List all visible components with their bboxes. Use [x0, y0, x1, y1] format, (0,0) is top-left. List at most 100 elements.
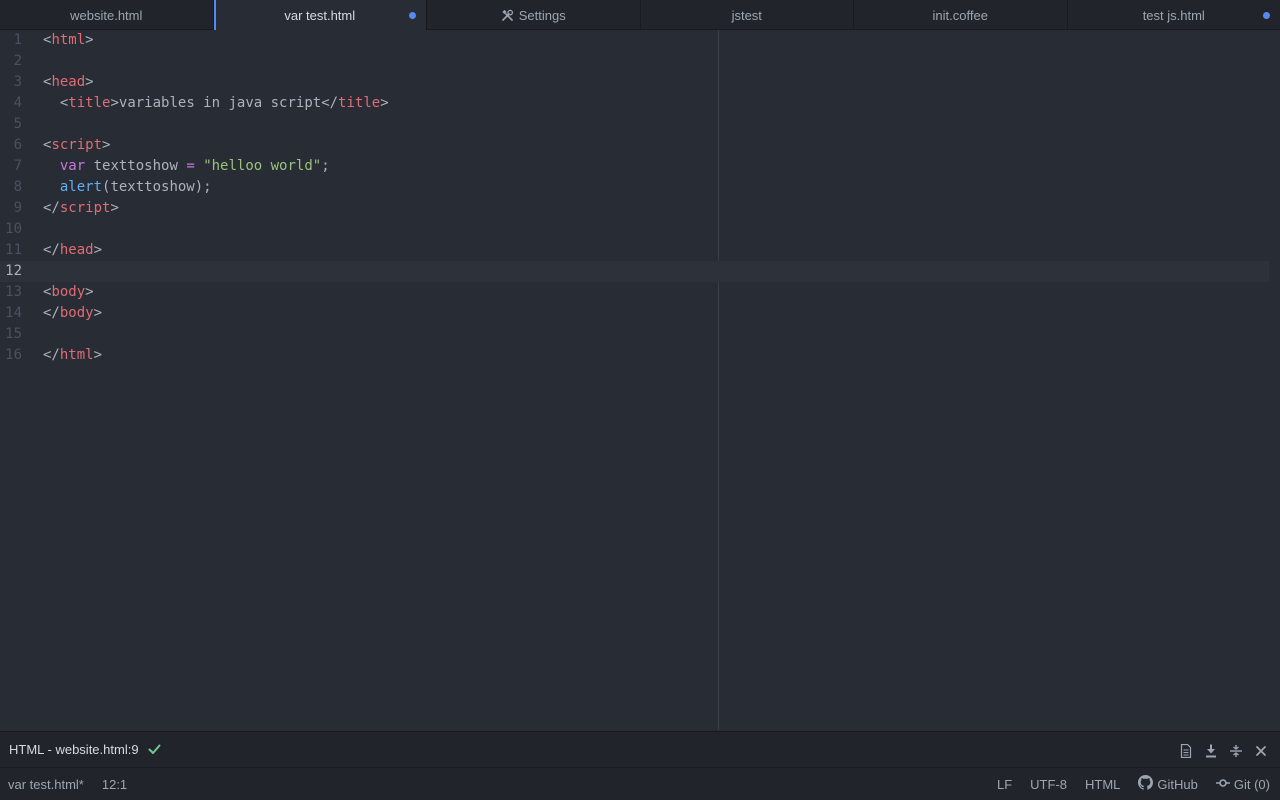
code-token: </ — [43, 242, 60, 258]
code-token: title — [68, 95, 111, 111]
code-token: texttoshow — [85, 158, 187, 174]
git-commit-icon — [1215, 777, 1230, 792]
file-icon[interactable] — [1179, 743, 1193, 758]
status-encoding[interactable]: UTF-8 — [1030, 777, 1067, 792]
tab-label: Settings — [518, 7, 566, 23]
code-line[interactable]: 10 — [0, 219, 1269, 240]
tab-test-js-html[interactable]: test js.html — [1068, 0, 1280, 30]
code-line[interactable]: 5 — [0, 114, 1269, 135]
tab-settings[interactable]: Settings — [427, 0, 641, 30]
line-number[interactable]: 15 — [0, 324, 22, 345]
code-text: </head> — [43, 240, 102, 261]
line-number[interactable]: 9 — [0, 198, 22, 219]
status-github[interactable]: GitHub — [1138, 775, 1198, 793]
line-number[interactable]: 13 — [0, 282, 22, 303]
code-text: <script> — [43, 135, 110, 156]
code-line[interactable]: 11 </head> — [0, 240, 1269, 261]
code-token: > — [85, 74, 94, 90]
linter-panel: HTML - website.html:9 — [0, 731, 1280, 768]
code-text: var texttoshow = "helloo world"; — [43, 156, 330, 177]
code-text: <body> — [43, 282, 94, 303]
code-token: > — [93, 347, 103, 363]
line-number[interactable]: 6 — [0, 135, 22, 156]
code-token: script — [51, 137, 103, 153]
code-token: </ — [43, 305, 60, 321]
status-grammar[interactable]: HTML — [1085, 777, 1120, 792]
modified-indicator-icon[interactable] — [1263, 12, 1270, 19]
line-number[interactable]: 5 — [0, 114, 22, 135]
code-token: > — [85, 284, 94, 300]
tab-init-coffee[interactable]: init.coffee — [854, 0, 1068, 30]
check-icon — [148, 744, 161, 755]
status-file-name[interactable]: var test.html* — [8, 777, 84, 792]
modified-indicator-icon[interactable] — [409, 12, 416, 19]
line-number[interactable]: 11 — [0, 240, 22, 261]
code-token: title — [338, 95, 381, 111]
status-line-ending[interactable]: LF — [997, 777, 1012, 792]
code-token: = — [186, 158, 195, 174]
code-token: "helloo world" — [203, 158, 322, 174]
code-text: </script> — [43, 198, 119, 219]
line-number[interactable]: 2 — [0, 51, 22, 72]
code-line[interactable]: 15 — [0, 324, 1269, 345]
code-line[interactable]: 2 — [0, 51, 1269, 72]
tools-icon — [501, 8, 515, 22]
line-number[interactable]: 4 — [0, 93, 22, 114]
download-icon[interactable] — [1204, 744, 1218, 758]
code-token: html — [59, 347, 94, 363]
status-git[interactable]: Git (0) — [1215, 777, 1270, 792]
code-token: > — [110, 200, 119, 216]
code-token: ; — [321, 158, 330, 174]
tab-var-test-html[interactable]: var test.html — [213, 0, 427, 31]
linter-label[interactable]: HTML - website.html:9 — [9, 742, 139, 757]
tab-label: init.coffee — [932, 7, 988, 23]
code-token: </ — [321, 95, 339, 111]
code-token: > — [93, 242, 103, 258]
status-cursor-position[interactable]: 12:1 — [102, 777, 127, 792]
code-editor[interactable]: 1 <html> 2 3 <head> 4 <title>variables in jav… — [0, 30, 1280, 730]
code-line[interactable]: 6 <script> — [0, 135, 1269, 156]
code-token: > — [85, 32, 94, 48]
line-number[interactable]: 10 — [0, 219, 22, 240]
github-icon — [1138, 775, 1154, 793]
code-line[interactable]: 1 <html> — [0, 30, 1269, 51]
code-line[interactable]: 13 <body> — [0, 282, 1269, 303]
code-token: variables in java script — [118, 95, 322, 111]
code-text: alert(texttoshow); — [43, 177, 212, 198]
code-line[interactable]: 14 </body> — [0, 303, 1269, 324]
code-line[interactable]: 8 alert(texttoshow); — [0, 177, 1269, 198]
collapse-icon[interactable] — [1229, 744, 1243, 758]
code-token: > — [93, 305, 103, 321]
line-number[interactable]: 16 — [0, 345, 22, 366]
line-number[interactable]: 3 — [0, 72, 22, 93]
code-line[interactable]: 7 var texttoshow = "helloo world"; — [0, 156, 1269, 177]
line-number[interactable]: 7 — [0, 156, 22, 177]
code-token: html — [51, 32, 86, 48]
close-icon[interactable] — [1254, 744, 1268, 758]
code-token: body — [51, 284, 86, 300]
line-number[interactable]: 12 — [0, 261, 22, 282]
status-bar: var test.html* 12:1 LF UTF-8 HTML GitHub — [0, 768, 1280, 800]
tab-jstest[interactable]: jstest — [641, 0, 854, 30]
tab-website-html[interactable]: website.html — [0, 0, 214, 30]
code-token: head — [51, 74, 86, 90]
code-token: > — [380, 95, 389, 111]
line-number[interactable]: 14 — [0, 303, 22, 324]
code-text: </html> — [43, 345, 102, 366]
code-token: alert — [59, 179, 103, 195]
tab-label: jstest — [731, 7, 762, 23]
code-token: </ — [43, 347, 60, 363]
line-number[interactable]: 1 — [0, 30, 22, 51]
linter-actions — [1179, 732, 1268, 769]
code-token: > — [102, 137, 111, 153]
code-line[interactable]: 3 <head> — [0, 72, 1269, 93]
code-line[interactable]: 9 </script> — [0, 198, 1269, 219]
code-line[interactable]: 16 </html> — [0, 345, 1269, 366]
code-line[interactable]: 4 <title>variables in java script</title… — [0, 93, 1269, 114]
code-line[interactable]: 12 — [0, 261, 1269, 282]
line-number[interactable]: 8 — [0, 177, 22, 198]
